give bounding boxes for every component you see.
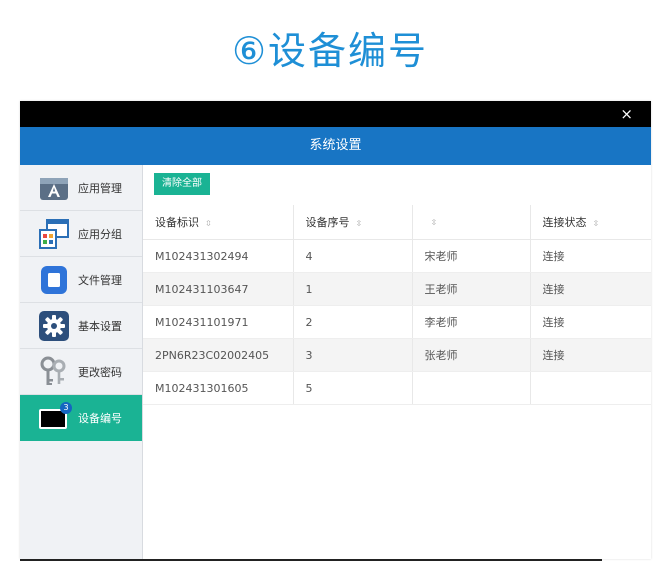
device-number-cell: 2 — [293, 305, 413, 339]
device-id-cell: M102431302494 — [143, 239, 294, 273]
sort-icon[interactable]: ⇳ — [356, 219, 363, 228]
device-id-cell: 2PN6R23C02002405 — [143, 338, 294, 372]
window-top-bar: × — [20, 101, 651, 127]
device-count-badge: 3 — [60, 402, 72, 414]
sort-icon[interactable]: ⇳ — [205, 219, 212, 228]
sidebar-item-basic-settings[interactable]: 基本设置 — [20, 303, 142, 349]
table-row[interactable]: M102431103647 1 王老师 连接 — [143, 272, 651, 306]
teacher-cell: 宋老师 — [412, 239, 531, 273]
sidebar-item-app-grouping[interactable]: 应用分组 — [20, 211, 142, 257]
status-cell: 连接 — [530, 239, 651, 273]
sidebar-item-label: 文件管理 — [78, 273, 122, 287]
teacher-cell: 李老师 — [412, 305, 531, 339]
status-cell: 连接 — [530, 305, 651, 339]
page-heading: ⑥设备编号 — [231, 29, 429, 73]
sidebar-item-app-management[interactable]: 应用管理 — [20, 165, 142, 211]
column-header-teacher[interactable]: ⇳ — [412, 205, 531, 240]
device-id-cell: M102431103647 — [143, 272, 294, 306]
teacher-cell: 张老师 — [412, 338, 531, 372]
sidebar-item-change-password[interactable]: 更改密码 — [20, 349, 142, 395]
device-number-cell: 3 — [293, 338, 413, 372]
app-store-icon — [38, 172, 70, 204]
sort-icon[interactable]: ⇳ — [431, 218, 438, 227]
teacher-cell: 王老师 — [412, 272, 531, 306]
keys-icon — [38, 356, 70, 388]
column-header-device-id[interactable]: 设备标识 ⇳ — [143, 205, 294, 240]
table-row[interactable]: M102431101971 2 李老师 连接 — [143, 305, 651, 339]
status-cell — [530, 371, 651, 405]
window-title: 系统设置 — [20, 127, 651, 165]
column-header-connection-status[interactable]: 连接状态 ⇳ — [530, 205, 651, 240]
table-row[interactable]: M102431301605 5 — [143, 371, 651, 405]
clear-all-button[interactable]: 清除全部 — [154, 173, 210, 195]
tablet-icon: 3 — [38, 402, 72, 434]
device-number-cell: 5 — [293, 371, 413, 405]
status-cell: 连接 — [530, 338, 651, 372]
gear-icon — [38, 310, 70, 342]
sort-icon[interactable]: ⇳ — [593, 219, 600, 228]
sidebar-item-device-numbering[interactable]: 3 设备编号 — [20, 395, 142, 441]
main-content: 清除全部 设备标识 ⇳ 设备序号 ⇳ ⇳ 连接状态 ⇳ M102431302494 4… — [143, 165, 651, 559]
app-group-icon — [38, 218, 70, 250]
device-id-cell: M102431301605 — [143, 371, 294, 405]
table-row[interactable]: M102431302494 4 宋老师 连接 — [143, 239, 651, 273]
device-number-cell: 1 — [293, 272, 413, 306]
close-icon[interactable]: × — [620, 105, 633, 123]
device-number-cell: 4 — [293, 239, 413, 273]
file-manager-icon — [38, 264, 70, 296]
device-id-cell: M102431101971 — [143, 305, 294, 339]
sidebar-item-label: 更改密码 — [78, 365, 122, 379]
status-cell: 连接 — [530, 272, 651, 306]
sidebar-item-label: 基本设置 — [78, 319, 122, 333]
sidebar-item-label: 应用分组 — [78, 227, 122, 241]
sidebar: 应用管理 应用分组 文件管理 基本设置 更改密码 3 设备编号 — [20, 165, 143, 559]
bottom-divider — [20, 559, 602, 561]
column-header-device-number[interactable]: 设备序号 ⇳ — [293, 205, 413, 240]
device-table: 设备标识 ⇳ 设备序号 ⇳ ⇳ 连接状态 ⇳ M102431302494 4 宋老师 … — [143, 205, 651, 405]
teacher-cell — [412, 371, 531, 405]
sidebar-item-label: 应用管理 — [78, 181, 122, 195]
table-row[interactable]: 2PN6R23C02002405 3 张老师 连接 — [143, 338, 651, 372]
settings-window: × 系统设置 应用管理 应用分组 文件管理 基本设置 更改密码 3 设备编号 清… — [20, 101, 651, 559]
sidebar-item-label: 设备编号 — [78, 412, 122, 425]
table-header-row: 设备标识 ⇳ 设备序号 ⇳ ⇳ 连接状态 ⇳ — [143, 205, 651, 240]
sidebar-item-file-management[interactable]: 文件管理 — [20, 257, 142, 303]
